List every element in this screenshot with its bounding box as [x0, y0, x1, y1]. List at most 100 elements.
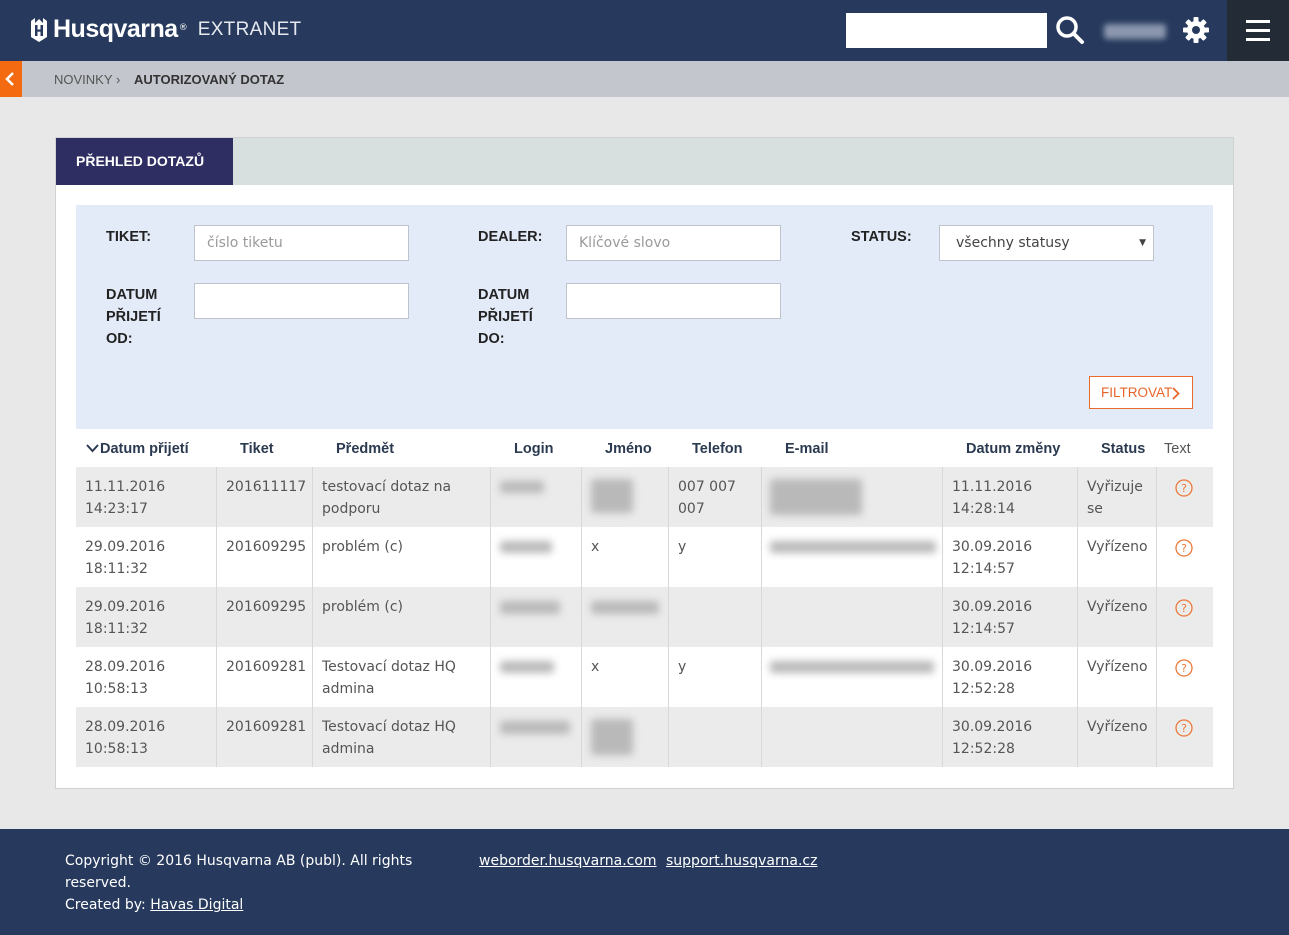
col-tiket[interactable]: Tiket — [240, 437, 274, 461]
cell-received: 11.11.2016 14:23:17 — [76, 467, 217, 527]
cell-ticket: 201609281 — [217, 707, 313, 767]
breadcrumb-item-novinky[interactable]: NOVINKY — [54, 72, 113, 87]
cell-email — [762, 647, 943, 707]
cell-changed: 30.09.2016 12:14:57 — [943, 587, 1078, 647]
cell-changed: 11.11.2016 14:28:14 — [943, 467, 1078, 527]
cell-ticket: 201611117 — [217, 467, 313, 527]
cell-name — [582, 707, 669, 767]
col-email[interactable]: E-mail — [785, 437, 829, 461]
table-row[interactable]: 11.11.2016 14:23:17 201611117 testovací d… — [76, 467, 1213, 527]
status-select-value: všechny statusy — [956, 235, 1070, 251]
cell-received: 28.09.2016 10:58:13 — [76, 647, 217, 707]
cell-changed: 30.09.2016 12:52:28 — [943, 707, 1078, 767]
dealer-label: DEALER: — [478, 229, 543, 245]
cell-subject: problém (c) — [313, 527, 491, 587]
search-icon[interactable] — [1054, 14, 1086, 46]
cell-changed: 30.09.2016 12:14:57 — [943, 527, 1078, 587]
table-row[interactable]: 28.09.2016 10:58:13 201609281 Testovací d… — [76, 707, 1213, 767]
tab-prehled-dotazu[interactable]: PŘEHLED DOTAZŮ — [56, 138, 233, 185]
question-icon[interactable]: ? — [1175, 719, 1193, 737]
back-button[interactable] — [0, 61, 22, 97]
svg-text:?: ? — [1181, 542, 1187, 555]
gear-icon[interactable] — [1182, 16, 1210, 44]
filter-button[interactable]: FILTROVAT — [1089, 376, 1193, 409]
cell-login — [491, 707, 582, 767]
cell-status: Vyřízeno — [1078, 707, 1157, 767]
date-from-label: DATUM PŘIJETÍ OD: — [106, 287, 161, 347]
havas-digital-link[interactable]: Havas Digital — [150, 897, 243, 913]
cell-status: Vyřízeno — [1078, 587, 1157, 647]
cell-text: ? — [1157, 587, 1213, 647]
chevron-right-icon — [1172, 387, 1180, 400]
col-text: Text — [1164, 441, 1191, 457]
support-link[interactable]: support.husqvarna.cz — [666, 850, 817, 872]
breadcrumb-separator: › — [116, 72, 121, 87]
brand-registered-mark: ® — [178, 22, 188, 33]
ticket-input[interactable] — [194, 225, 409, 261]
dropdown-arrow-icon: ▼ — [1139, 238, 1146, 248]
user-name-redacted[interactable] — [1104, 24, 1166, 39]
cell-email — [762, 707, 943, 767]
cell-text: ? — [1157, 467, 1213, 527]
table-row[interactable]: 29.09.2016 18:11:32 201609295 problém (c)… — [76, 587, 1213, 647]
cell-text: ? — [1157, 527, 1213, 587]
table-row[interactable]: 28.09.2016 10:58:13 201609281 Testovací d… — [76, 647, 1213, 707]
table-row[interactable]: 29.09.2016 18:11:32 201609295 problém (c)… — [76, 527, 1213, 587]
date-to-label: DATUM PŘIJETÍ DO: — [478, 287, 533, 347]
cell-phone — [669, 587, 762, 647]
cell-phone — [669, 707, 762, 767]
col-login[interactable]: Login — [514, 437, 553, 461]
cell-ticket: 201609295 — [217, 587, 313, 647]
cell-received: 29.09.2016 18:11:32 — [76, 587, 217, 647]
footer-copyright: Copyright © 2016 Husqvarna AB (publ). Al… — [65, 853, 413, 913]
dealer-input[interactable] — [566, 225, 781, 261]
chevron-left-icon — [5, 72, 14, 86]
cell-subject: testovací dotaz na podporu — [313, 467, 491, 527]
svg-text:?: ? — [1181, 722, 1187, 735]
cell-phone: y — [669, 527, 762, 587]
col-datum-prijeti[interactable]: Datum přijetí — [100, 437, 189, 461]
question-icon[interactable]: ? — [1175, 599, 1193, 617]
cell-login — [491, 527, 582, 587]
col-status[interactable]: Status — [1101, 437, 1145, 461]
col-datum-zmeny[interactable]: Datum změny — [966, 437, 1060, 461]
brand-name: Husqvarna — [53, 15, 178, 43]
husqvarna-logo[interactable]: Husqvarna ® EXTRANET — [28, 15, 301, 44]
question-icon[interactable]: ? — [1175, 659, 1193, 677]
date-to-input[interactable] — [566, 283, 781, 319]
status-label: STATUS: — [851, 229, 912, 245]
cell-email — [762, 527, 943, 587]
cell-login — [491, 647, 582, 707]
filter-form: TIKET: DEALER: STATUS: všechny statusy ▼… — [76, 205, 1213, 429]
cell-subject: problém (c) — [313, 587, 491, 647]
cell-ticket: 201609281 — [217, 647, 313, 707]
search-input[interactable] — [846, 13, 1047, 48]
cell-text: ? — [1157, 707, 1213, 767]
cell-login — [491, 467, 582, 527]
cell-received: 28.09.2016 10:58:13 — [76, 707, 217, 767]
breadcrumb-item-current: AUTORIZOVANÝ DOTAZ — [134, 72, 285, 87]
ticket-label: TIKET: — [106, 229, 152, 245]
cell-received: 29.09.2016 18:11:32 — [76, 527, 217, 587]
svg-text:?: ? — [1181, 602, 1187, 615]
cell-status: Vyřízeno — [1078, 647, 1157, 707]
question-icon[interactable]: ? — [1175, 539, 1193, 557]
status-select[interactable]: všechny statusy ▼ — [939, 225, 1154, 261]
hamburger-menu-icon[interactable] — [1227, 0, 1289, 61]
question-icon[interactable]: ? — [1175, 479, 1193, 497]
col-telefon[interactable]: Telefon — [692, 437, 742, 461]
tab-bar: PŘEHLED DOTAZŮ — [56, 138, 1233, 185]
chevron-down-icon[interactable] — [86, 444, 99, 453]
cell-email — [762, 467, 943, 527]
weborder-link[interactable]: weborder.husqvarna.com — [479, 850, 657, 872]
col-predmet[interactable]: Předmět — [336, 437, 394, 461]
product-name: EXTRANET — [197, 18, 302, 40]
table-header: Datum přijetí Tiket Předmět Login Jméno … — [76, 437, 1213, 467]
cell-status: Vyřízeno — [1078, 527, 1157, 587]
cell-name — [582, 467, 669, 527]
col-jmeno[interactable]: Jméno — [605, 437, 652, 461]
cell-name — [582, 587, 669, 647]
cell-status: Vyřizuje se — [1078, 467, 1157, 527]
date-from-input[interactable] — [194, 283, 409, 319]
cell-subject: Testovací dotaz HQ admina — [313, 647, 491, 707]
